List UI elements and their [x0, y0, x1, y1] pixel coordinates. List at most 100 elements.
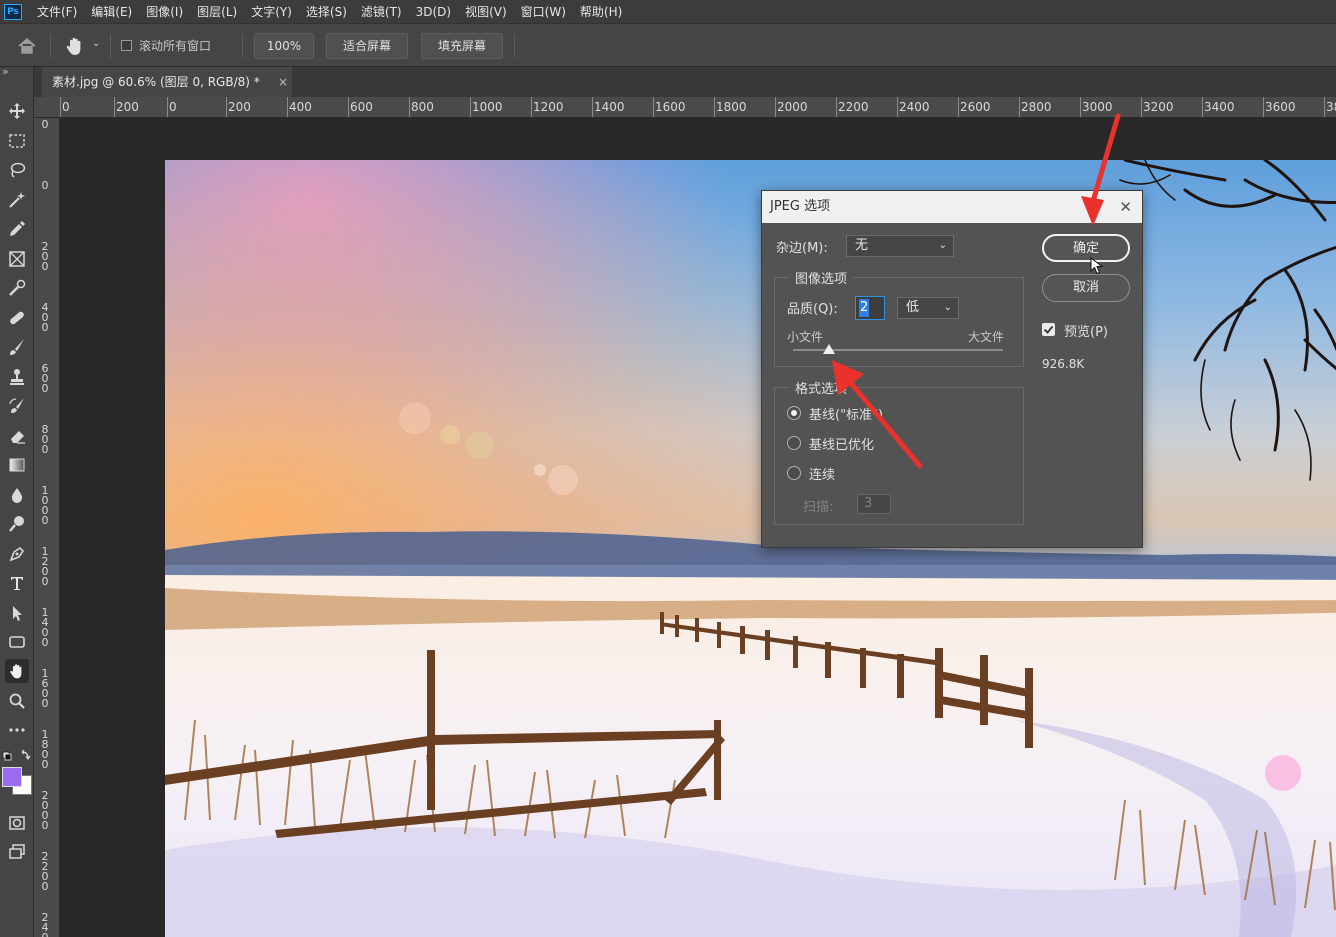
progressive-radio[interactable]	[787, 466, 801, 480]
baseline-standard-radio[interactable]	[787, 406, 801, 420]
dialog-title-bar[interactable]: JPEG 选项 ✕	[762, 191, 1142, 223]
history-brush-tool-icon[interactable]	[5, 394, 29, 418]
scroll-all-checkbox[interactable]	[121, 40, 132, 51]
horizontal-ruler: 0 200 0 200 400 600 800 1000 1200 1400 1600 1800 200…	[34, 97, 1336, 118]
matte-select[interactable]: 无 ⌄	[846, 235, 954, 257]
format-options-legend: 格式选项	[789, 378, 854, 397]
eraser-tool-icon[interactable]	[5, 424, 29, 448]
ruler-label: 1000	[41, 484, 49, 527]
dodge-tool-icon[interactable]	[5, 512, 29, 536]
fill-screen-button[interactable]: 填充屏幕	[421, 33, 503, 59]
zoom-tool-icon[interactable]	[5, 689, 29, 713]
ruler-tick	[1202, 97, 1203, 117]
preview-checkbox[interactable]	[1042, 323, 1055, 336]
scans-value: 3	[864, 496, 873, 511]
dialog-title: JPEG 选项	[770, 199, 831, 214]
lasso-tool-icon[interactable]	[5, 158, 29, 182]
healing-brush-tool-icon[interactable]	[5, 306, 29, 330]
ruler-tick	[409, 97, 410, 117]
menu-type[interactable]: 文字(Y)	[244, 3, 299, 20]
zoom-100-button[interactable]: 100%	[254, 33, 314, 59]
ruler-label: 3000	[1082, 100, 1113, 114]
quick-mask-icon[interactable]	[5, 811, 29, 835]
chevron-down-icon: ⌄	[943, 302, 952, 313]
ruler-label: 2400	[41, 911, 49, 937]
menu-file[interactable]: 文件(F)	[30, 3, 84, 20]
ruler-label: 1800	[716, 100, 747, 114]
format-options-group: 格式选项 基线("标准") 基线已优化 连续 扫描: 3	[774, 378, 1024, 525]
ruler-label: 2400	[899, 100, 930, 114]
gradient-tool-icon[interactable]	[5, 453, 29, 477]
menu-help[interactable]: 帮助(H)	[573, 3, 629, 20]
eyedropper-tool-icon[interactable]	[5, 217, 29, 241]
chevron-down-icon[interactable]: ⌄	[92, 38, 100, 49]
ruler-tick	[114, 97, 115, 117]
quality-label: 品质(Q):	[787, 302, 838, 317]
checkmark-icon	[1043, 325, 1054, 334]
close-tab-icon[interactable]: ×	[274, 67, 292, 97]
type-tool-icon[interactable]	[5, 571, 29, 595]
home-icon[interactable]	[17, 37, 37, 55]
more-tools-icon[interactable]	[5, 718, 29, 742]
mouse-cursor-icon	[1090, 257, 1104, 275]
menu-3d[interactable]: 3D(D)	[409, 5, 458, 19]
ruler-label: 2600	[960, 100, 991, 114]
screen-mode-icon[interactable]	[5, 840, 29, 864]
canvas-area[interactable]	[60, 118, 1336, 937]
ruler-tick	[836, 97, 837, 117]
clone-stamp-tool-icon[interactable]	[5, 365, 29, 389]
menu-select[interactable]: 选择(S)	[299, 3, 354, 20]
ok-button[interactable]: 确定	[1042, 234, 1130, 262]
quality-preset-select[interactable]: 低 ⌄	[897, 297, 959, 319]
menu-edit[interactable]: 编辑(E)	[84, 3, 139, 20]
image-options-group: 图像选项 品质(Q): 2 低 ⌄ 小文件 大文件	[774, 268, 1024, 367]
ruler-label: 600	[350, 100, 373, 114]
brush-tool-icon[interactable]	[5, 335, 29, 359]
ruler-label: 3200	[1143, 100, 1174, 114]
marquee-tool-icon[interactable]	[5, 129, 29, 153]
scans-select: 3	[857, 494, 891, 514]
default-colors-icon[interactable]	[2, 749, 32, 763]
rectangle-tool-icon[interactable]	[5, 630, 29, 654]
ruler-label: 200	[116, 100, 139, 114]
fit-screen-button[interactable]: 适合屏幕	[326, 33, 408, 59]
spot-healing-tool-icon[interactable]	[5, 276, 29, 300]
ruler-label: 1800	[41, 728, 49, 771]
ruler-label: 600	[41, 362, 49, 395]
menu-view[interactable]: 视图(V)	[458, 3, 514, 20]
baseline-optimized-radio[interactable]	[787, 436, 801, 450]
panel-collapse-icon[interactable]: »	[2, 65, 9, 78]
document-tab[interactable]: 素材.jpg @ 60.6% (图层 0, RGB/8) * ×	[42, 67, 292, 97]
close-icon[interactable]: ✕	[1119, 191, 1132, 223]
foreground-color-swatch[interactable]	[2, 767, 22, 787]
ruler-label: 1400	[594, 100, 625, 114]
document-tab-title: 素材.jpg @ 60.6% (图层 0, RGB/8) *	[52, 75, 260, 89]
ruler-label: 38	[1326, 100, 1336, 114]
pen-tool-icon[interactable]	[5, 542, 29, 566]
ruler-label: 400	[41, 301, 49, 334]
blur-tool-icon[interactable]	[5, 483, 29, 507]
menu-bar: Ps 文件(F) 编辑(E) 图像(I) 图层(L) 文字(Y) 选择(S) 滤…	[0, 0, 1336, 23]
menu-layer[interactable]: 图层(L)	[190, 3, 244, 20]
ruler-tick	[775, 97, 776, 117]
quality-slider-thumb[interactable]	[822, 344, 835, 354]
ruler-label: 1600	[41, 667, 49, 710]
ruler-tick	[1019, 97, 1020, 117]
move-tool-icon[interactable]	[5, 99, 29, 123]
magic-wand-tool-icon[interactable]	[5, 188, 29, 212]
menu-filter[interactable]: 滤镜(T)	[354, 3, 409, 20]
quality-value: 2	[859, 299, 870, 317]
menu-image[interactable]: 图像(I)	[139, 3, 190, 20]
menu-window[interactable]: 窗口(W)	[514, 3, 573, 20]
ruler-tick	[470, 97, 471, 117]
path-selection-tool-icon[interactable]	[5, 601, 29, 625]
hand-tool-active-icon[interactable]	[5, 659, 29, 683]
ruler-label: 3400	[1204, 100, 1235, 114]
frame-tool-icon[interactable]	[5, 247, 29, 271]
cancel-button[interactable]: 取消	[1042, 274, 1130, 302]
photoshop-logo-icon[interactable]: Ps	[4, 3, 22, 20]
ruler-label: 2000	[41, 789, 49, 832]
quality-input[interactable]: 2	[855, 296, 885, 320]
preview-label: 预览(P)	[1064, 325, 1108, 340]
hand-tool-icon[interactable]	[64, 35, 86, 57]
